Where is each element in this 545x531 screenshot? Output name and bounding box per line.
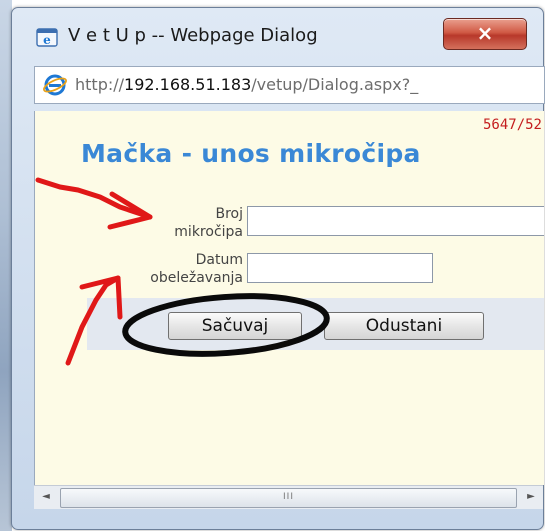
save-button[interactable]: Sačuvaj [168, 312, 302, 340]
address-url: http://192.168.51.183/vetup/Dialog.aspx?… [75, 75, 418, 94]
label-line: Datum [195, 252, 243, 268]
horizontal-scrollbar[interactable]: ◄ III ► [34, 485, 543, 509]
webpage-dialog: e V e t U p -- Webpage Dialog × http://1… [11, 7, 545, 530]
scroll-right-arrow-icon[interactable]: ► [523, 489, 539, 505]
window-title: V e t U p -- Webpage Dialog [68, 25, 318, 46]
internet-explorer-icon [43, 74, 67, 96]
microchip-number-label: Broj mikročipa [125, 205, 243, 241]
cancel-button[interactable]: Odustani [324, 312, 484, 340]
microchip-number-input[interactable] [247, 206, 544, 236]
svg-text:e: e [43, 33, 51, 47]
marking-date-input[interactable] [247, 253, 433, 283]
label-line: obeležavanja [150, 270, 243, 286]
scrollbar-grip: III [283, 492, 294, 502]
internet-explorer-icon: e [36, 28, 58, 47]
label-line: mikročipa [174, 224, 243, 240]
scrollbar-thumb[interactable]: III [60, 488, 517, 508]
url-prefix: http:// [75, 75, 125, 94]
close-icon: × [476, 21, 494, 45]
title-bar[interactable]: e V e t U p -- Webpage Dialog × [12, 8, 543, 56]
marking-date-label: Datum obeležavanja [79, 251, 243, 287]
address-bar[interactable]: http://192.168.51.183/vetup/Dialog.aspx?… [34, 66, 545, 104]
record-id: 5647/52 [482, 117, 542, 133]
label-line: Broj [215, 206, 243, 222]
dialog-content: 5647/52 Mačka - unos mikročipa Broj mikr… [34, 111, 544, 485]
scroll-left-arrow-icon[interactable]: ◄ [38, 489, 54, 505]
url-path: /vetup/Dialog.aspx?_ [251, 75, 419, 94]
url-host: 192.168.51.183 [124, 75, 252, 94]
page-title: Mačka - unos mikročipa [81, 139, 421, 168]
close-button[interactable]: × [443, 18, 527, 50]
